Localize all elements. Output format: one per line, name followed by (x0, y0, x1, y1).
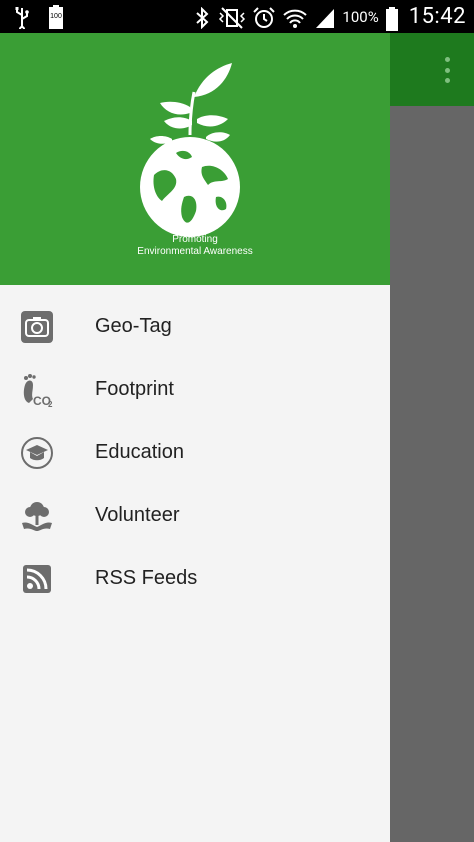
co2-footprint-icon: CO 2 (20, 373, 54, 407)
drawer-item-label: Education (95, 441, 184, 463)
battery-notification-text: 100 (50, 12, 62, 20)
svg-text:2: 2 (48, 400, 53, 407)
usb-icon (12, 6, 32, 32)
more-vert-icon[interactable] (442, 57, 452, 83)
drawer-item-label: Geo-Tag (95, 315, 172, 337)
battery-icon (385, 6, 399, 31)
clock: 15:42 (408, 4, 466, 29)
alarm-icon (252, 6, 276, 28)
tree-hands-icon (20, 499, 54, 533)
drawer-menu: Geo-Tag CO 2 Footprint Education Voluntee… (0, 295, 390, 610)
wifi-icon (282, 7, 308, 28)
vibrate-icon (218, 6, 246, 29)
tagline: Promoting Environmental Awareness (0, 234, 390, 258)
graduation-cap-icon (20, 436, 54, 470)
status-bar: 100 100% 15:42 (0, 0, 474, 33)
drawer-item-label: RSS Feeds (95, 567, 198, 589)
battery-100-notification-icon: 100 (48, 4, 64, 29)
drawer-item-volunteer[interactable]: Volunteer (0, 484, 390, 547)
drawer-item-label: Footprint (95, 378, 174, 400)
battery-percent: 100% (342, 7, 379, 26)
drawer-item-rss-feeds[interactable]: RSS Feeds (0, 547, 390, 610)
navigation-drawer: Promoting Environmental Awareness Geo-Ta… (0, 33, 390, 842)
drawer-item-label: Volunteer (95, 504, 180, 526)
drawer-scrim[interactable] (390, 106, 474, 842)
camera-icon (20, 310, 54, 344)
tagline-line-2: Environmental Awareness (137, 246, 253, 257)
rss-icon (20, 562, 54, 596)
app-toolbar (390, 33, 474, 106)
drawer-item-geo-tag[interactable]: Geo-Tag (0, 295, 390, 358)
drawer-item-footprint[interactable]: CO 2 Footprint (0, 358, 390, 421)
earth-plant-logo (140, 63, 240, 237)
tagline-line-1: Promoting (172, 234, 218, 245)
drawer-item-education[interactable]: Education (0, 421, 390, 484)
bluetooth-icon (192, 6, 212, 29)
signal-icon (314, 7, 336, 28)
drawer-header: Promoting Environmental Awareness (0, 33, 390, 285)
